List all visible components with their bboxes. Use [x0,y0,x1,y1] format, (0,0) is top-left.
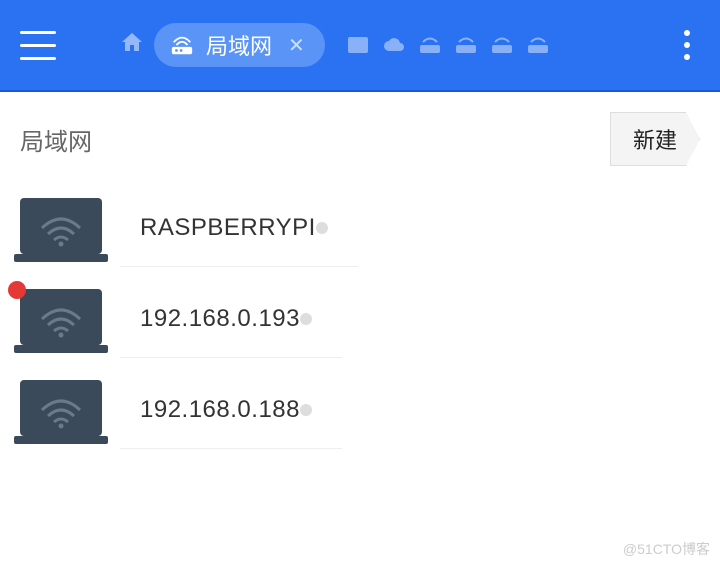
background-tabs [347,34,549,56]
device-icon-2[interactable] [455,34,477,56]
cloud-icon[interactable] [383,34,405,56]
close-tab-icon[interactable]: ✕ [284,33,309,58]
laptop-icon [14,378,108,444]
subheader: 局域网 新建 [0,92,720,176]
page-title: 局域网 [20,122,92,157]
watermark: @51CTO博客 [623,539,710,559]
tab-label: 局域网 [206,29,272,61]
list-item[interactable]: RASPBERRYPI [0,176,720,267]
network-icon [170,33,194,57]
app-header: 局域网 ✕ [0,0,720,92]
list-item[interactable]: 192.168.0.193 [0,267,720,358]
device-name: 192.168.0.188 [140,396,300,424]
new-button[interactable]: 新建 [610,112,700,166]
device-icon-1[interactable] [419,34,441,56]
device-name: RASPBERRYPI [140,214,316,242]
home-icon[interactable] [120,30,144,60]
status-dot [316,222,328,234]
menu-button[interactable] [10,10,70,80]
status-dot [300,313,312,325]
status-dot [300,404,312,416]
active-tab[interactable]: 局域网 ✕ [154,23,325,67]
tab-area: 局域网 ✕ [120,23,549,67]
device-icon-4[interactable] [527,34,549,56]
image-icon[interactable] [347,34,369,56]
list-item[interactable]: 192.168.0.188 [0,358,720,449]
device-icon-3[interactable] [491,34,513,56]
more-menu-button[interactable] [664,10,710,80]
alert-badge-icon [8,281,26,299]
laptop-icon [14,287,108,353]
device-name: 192.168.0.193 [140,305,300,333]
laptop-icon [14,196,108,262]
device-list: RASPBERRYPI 192.168.0.193 192.168.0.188 [0,176,720,449]
